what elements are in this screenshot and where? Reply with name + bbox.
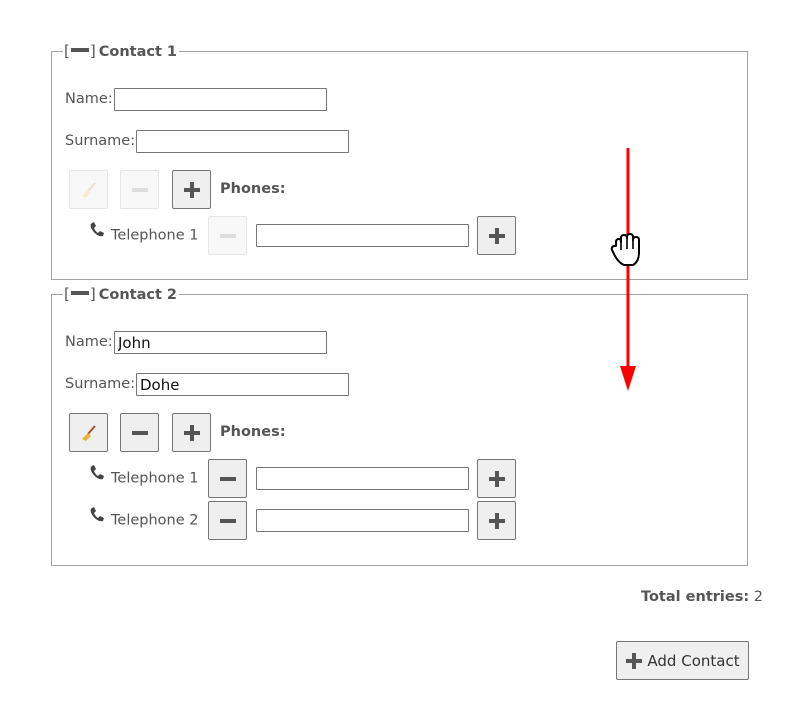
name-label: Name: xyxy=(65,334,113,350)
telephone-input[interactable] xyxy=(256,467,469,490)
plus-icon xyxy=(488,470,506,488)
surname-input[interactable] xyxy=(136,373,349,396)
add-phone-button[interactable] xyxy=(172,170,211,209)
minus-icon xyxy=(70,48,89,52)
collapse-toggle-2[interactable]: [] xyxy=(64,285,96,303)
plus-icon xyxy=(183,181,201,199)
add-telephone-button[interactable] xyxy=(477,501,516,540)
surname-input[interactable] xyxy=(136,130,349,153)
minus-icon xyxy=(219,512,237,530)
telephone-icon xyxy=(89,465,107,488)
minus-icon xyxy=(219,470,237,488)
collapse-toggle-1[interactable]: [] xyxy=(64,42,96,60)
telephone-label: Telephone 1 xyxy=(89,222,198,247)
add-contact-button[interactable]: Add Contact xyxy=(616,641,749,680)
contact-title: Contact 1 xyxy=(98,44,178,60)
plus-icon xyxy=(488,512,506,530)
remove-telephone-button[interactable] xyxy=(208,216,247,255)
telephone-label: Telephone 1 xyxy=(89,465,198,490)
telephone-input[interactable] xyxy=(256,224,469,247)
clear-contact-button[interactable] xyxy=(69,170,108,209)
plus-icon xyxy=(183,424,201,442)
telephone-label: Telephone 2 xyxy=(89,507,198,532)
telephone-icon xyxy=(89,222,107,245)
contact-legend-2: [] Contact 2 xyxy=(63,285,180,304)
phones-label: Phones: xyxy=(220,181,286,197)
clear-contact-button[interactable] xyxy=(69,413,108,452)
name-input[interactable] xyxy=(114,88,327,111)
name-label: Name: xyxy=(65,91,113,107)
minus-icon xyxy=(219,227,237,245)
plus-icon xyxy=(488,227,506,245)
remove-telephone-button[interactable] xyxy=(208,501,247,540)
phones-label: Phones: xyxy=(220,424,286,440)
contact-title: Contact 2 xyxy=(98,287,178,303)
total-entries-label: Total entries: xyxy=(641,589,750,605)
remove-contact-button[interactable] xyxy=(120,170,159,209)
broom-icon xyxy=(79,180,99,200)
drag-arrow-icon xyxy=(620,148,636,391)
contact-legend-1: [] Contact 1 xyxy=(63,42,180,61)
add-telephone-button[interactable] xyxy=(477,216,516,255)
add-phone-button[interactable] xyxy=(172,413,211,452)
grab-hand-icon xyxy=(610,233,640,266)
telephone-icon xyxy=(89,507,107,530)
name-input[interactable] xyxy=(114,331,327,354)
broom-icon xyxy=(79,423,99,443)
remove-contact-button[interactable] xyxy=(120,413,159,452)
total-entries-value: 2 xyxy=(753,589,763,605)
minus-icon xyxy=(131,424,149,442)
total-entries: Total entries: 2 xyxy=(641,587,763,607)
remove-telephone-button[interactable] xyxy=(208,459,247,498)
surname-label: Surname: xyxy=(65,133,136,149)
surname-label: Surname: xyxy=(65,376,136,392)
telephone-input[interactable] xyxy=(256,509,469,532)
minus-icon xyxy=(70,291,89,295)
minus-icon xyxy=(131,181,149,199)
plus-icon xyxy=(625,652,643,670)
add-contact-label: Add Contact xyxy=(647,651,740,670)
contact-fieldset-2: []Contact 2 Name: Surname: Phones: Telep… xyxy=(51,285,748,566)
add-telephone-button[interactable] xyxy=(477,459,516,498)
